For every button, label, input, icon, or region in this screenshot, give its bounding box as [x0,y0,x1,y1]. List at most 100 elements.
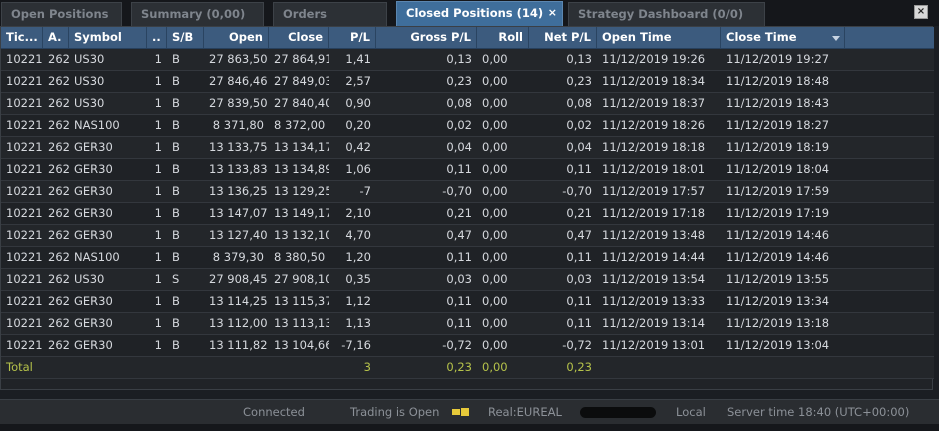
table-row[interactable]: 10221 262 NAS100 1 B 8 371,80 8 372,00 0… [1,115,934,137]
timezone-mode[interactable]: Local [676,400,706,425]
cell-open-time: 11/12/2019 19:26 [602,52,706,66]
col-header-close[interactable]: Close [269,27,329,48]
cell-symbol: US30 [74,74,105,88]
col-header-close-time[interactable]: Close Time [721,27,845,48]
cell-open-time: 11/12/2019 13:01 [602,338,706,352]
table-row[interactable]: 10221 262 GER30 1 B 13 112,00 13 113,13 … [1,313,934,335]
cell-side: B [172,228,180,242]
cell-gross-pl: 0,13 [446,52,472,66]
cell-amount: 1 [154,272,162,286]
cell-roll: 0,00 [482,184,508,198]
cell-gross-pl: 0,11 [446,316,472,330]
cell-close: 13 104,66 [274,338,329,352]
cell-open-time: 11/12/2019 13:48 [602,228,706,242]
tab-summary[interactable]: Summary (0,00) [131,2,264,26]
table-row[interactable]: 10221 262 US30 1 B 27 846,46 27 849,03 2… [1,71,934,93]
tab-label: Orders [283,7,327,21]
tab-label: Open Positions [11,7,109,21]
cell-close: 27 849,03 [274,74,329,88]
cell-gross-pl: 0,08 [446,96,472,110]
table-row[interactable]: 10221 262 US30 1 B 27 839,50 27 840,40 0… [1,93,934,115]
cell-ticket: 10221 [6,250,43,264]
table-row[interactable]: 10221 262 GER30 1 B 13 133,83 13 134,89 … [1,159,934,181]
cell-amount: 1 [154,206,162,220]
col-header-amount[interactable]: .. [147,27,167,48]
table-row[interactable]: 10221 262 GER30 1 B 13 136,25 13 129,25 … [1,181,934,203]
col-header-ticket[interactable]: Tic... [1,27,43,48]
cell-ticket: 10221 [6,272,43,286]
cell-symbol: GER30 [74,294,113,308]
table-row[interactable]: 10221 262 NAS100 1 B 8 379,30 8 380,50 1… [1,247,934,269]
cell-open: 13 114,25 [209,294,268,308]
closed-positions-grid: Tic... A. Symbol .. S/B Open Close P/L G… [0,26,934,390]
table-row[interactable]: 10221 262 US30 1 B 27 863,50 27 864,91 1… [1,49,934,71]
col-header-side[interactable]: S/B [167,27,204,48]
cell-roll: 0,00 [482,228,508,242]
tab-orders[interactable]: Orders [273,2,387,26]
cell-gross-pl: -0,70 [442,184,472,198]
col-header-open-time[interactable]: Open Time [597,27,721,48]
total-label: Total [6,360,33,374]
cell-close-time: 11/12/2019 19:27 [726,52,830,66]
cell-side: B [172,206,180,220]
tab-open-positions[interactable]: Open Positions [1,2,122,26]
cell-account: 262 [48,184,69,198]
col-header-symbol[interactable]: Symbol [69,27,147,48]
trading-status: Trading is Open [350,405,440,419]
table-row[interactable]: 10221 262 GER30 1 B 13 114,25 13 115,37 … [1,291,934,313]
cell-close: 13 132,10 [274,228,329,242]
col-header-gross-pl[interactable]: Gross P/L [376,27,477,48]
cell-open-time: 11/12/2019 13:54 [602,272,706,286]
col-header-open[interactable]: Open [204,27,269,48]
cell-close-time: 11/12/2019 14:46 [726,250,830,264]
cell-account: 262 [48,316,69,330]
cell-amount: 1 [154,250,162,264]
redacted-account-id [580,407,656,418]
cell-symbol: US30 [74,96,105,110]
cell-side: B [172,74,180,88]
total-gross-pl: 0,23 [446,360,472,374]
cell-open-time: 11/12/2019 18:37 [602,96,706,110]
table-row[interactable]: 10221 262 GER30 1 B 13 147,07 13 149,17 … [1,203,934,225]
cell-pl: 1,20 [345,250,371,264]
cell-roll: 0,00 [482,316,508,330]
cell-ticket: 10221 [6,316,43,330]
tab-label: Closed Positions (14) [406,6,544,20]
window-close-icon[interactable]: × [914,5,928,19]
tab-strategy-dashboard[interactable]: Strategy Dashboard (0/0) [568,2,765,26]
cell-symbol: NAS100 [74,250,120,264]
col-header-account[interactable]: A. [43,27,69,48]
cell-open-time: 11/12/2019 18:34 [602,74,706,88]
cell-account: 262 [48,228,69,242]
cell-net-pl: 0,04 [566,140,592,154]
grid-rows: 10221 262 US30 1 B 27 863,50 27 864,91 1… [1,49,934,379]
cell-side: S [172,272,180,286]
cell-close-time: 11/12/2019 13:55 [726,272,830,286]
cell-gross-pl: 0,47 [446,228,472,242]
cell-net-pl: 0,02 [566,118,592,132]
table-row[interactable]: 10221 262 GER30 1 B 13 133,75 13 134,17 … [1,137,934,159]
table-row[interactable]: 10221 262 GER30 1 B 13 111,82 13 104,66 … [1,335,934,357]
cell-gross-pl: 0,02 [446,118,472,132]
cell-net-pl: -0,72 [562,338,592,352]
cell-gross-pl: 0,03 [446,272,472,286]
col-header-roll[interactable]: Roll [477,27,529,48]
cell-amount: 1 [154,338,162,352]
cell-account: 262 [48,52,69,66]
table-row[interactable]: 10221 262 US30 1 S 27 908,45 27 908,10 0… [1,269,934,291]
col-header-net-pl[interactable]: Net P/L [529,27,597,48]
cell-symbol: GER30 [74,228,113,242]
cell-account: 262 [48,118,69,132]
cell-close: 13 134,89 [274,162,329,176]
table-row[interactable]: 10221 262 GER30 1 B 13 127,40 13 132,10 … [1,225,934,247]
cell-symbol: GER30 [74,162,113,176]
cell-close-time: 11/12/2019 17:59 [726,184,830,198]
cell-symbol: GER30 [74,184,113,198]
tab-closed-positions[interactable]: Closed Positions (14) × [396,1,563,26]
cell-side: B [172,294,180,308]
cell-open: 13 112,00 [209,316,268,330]
cell-pl: 1,41 [345,52,371,66]
cell-symbol: GER30 [74,206,113,220]
col-header-pl[interactable]: P/L [329,27,376,48]
close-icon[interactable]: × [548,2,557,24]
